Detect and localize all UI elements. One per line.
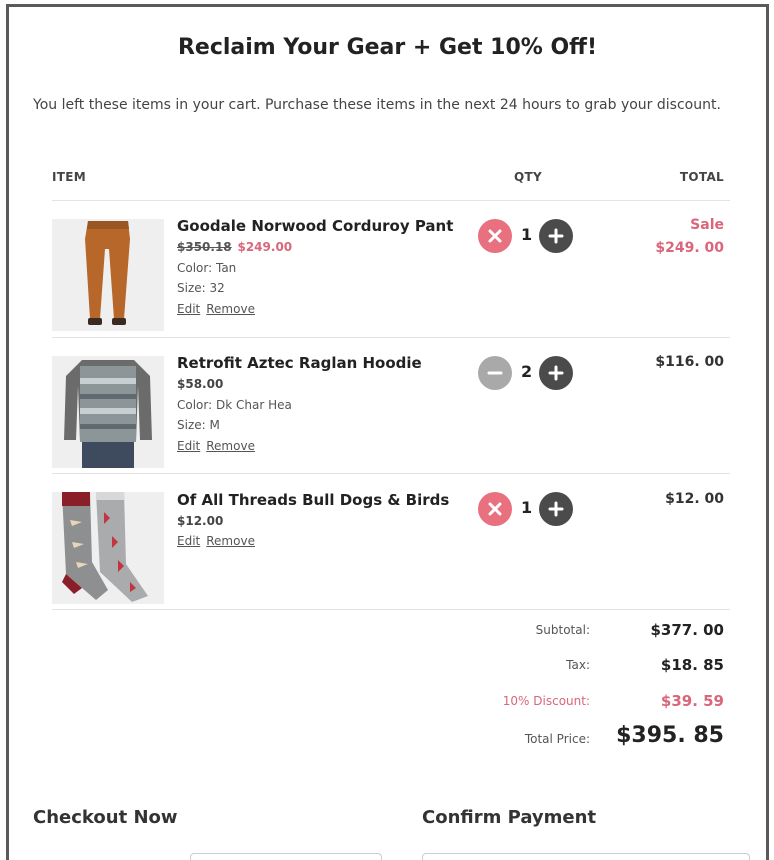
product-size: Size: M [177, 418, 220, 432]
plus-icon [548, 365, 564, 381]
edit-link[interactable]: Edit [177, 534, 200, 548]
tax-label: Tax: [566, 658, 590, 672]
increase-qty-button[interactable] [539, 492, 573, 526]
edit-link[interactable]: Edit [177, 302, 200, 316]
discount-label: 10% Discount: [502, 694, 590, 708]
divider [52, 337, 730, 338]
decrease-qty-button[interactable] [478, 356, 512, 390]
confirm-payment-heading: Confirm Payment [422, 807, 597, 828]
product-color: Color: Tan [177, 261, 237, 275]
remove-link[interactable]: Remove [206, 534, 255, 548]
product-image-pants[interactable] [52, 219, 164, 331]
item-total: $12. 00 [665, 491, 724, 507]
column-header-total: TOTAL [679, 170, 724, 184]
quantity-value: 2 [521, 362, 533, 381]
product-price: $58.00 [177, 377, 223, 391]
unit-price: $58.00 [177, 377, 224, 391]
minus-icon [487, 371, 503, 375]
checkout-now-heading: Checkout Now [33, 807, 178, 828]
item-total: $249. 00 [655, 240, 724, 256]
product-size: Size: 32 [177, 281, 225, 295]
remove-x-icon [488, 229, 502, 243]
increase-qty-button[interactable] [539, 219, 573, 253]
tax-value: $18. 85 [660, 656, 724, 674]
plus-icon [548, 501, 564, 517]
product-image-socks[interactable] [52, 492, 164, 604]
sale-price: $249.00 [237, 240, 293, 254]
product-name[interactable]: Goodale Norwood Corduroy Pant [177, 217, 453, 235]
column-header-item: ITEM [52, 170, 86, 184]
subtotal-value: $377. 00 [650, 621, 724, 639]
sale-badge: Sale [690, 217, 724, 233]
remove-link[interactable]: Remove [206, 439, 255, 453]
product-name[interactable]: Of All Threads Bull Dogs & Birds [177, 491, 449, 509]
hoodie-image-icon [52, 356, 164, 468]
email-intro: You left these items in your cart. Purch… [33, 97, 721, 113]
plus-icon [548, 228, 564, 244]
quantity-value: 1 [521, 498, 533, 517]
socks-image-icon [52, 492, 164, 604]
product-name[interactable]: Retrofit Aztec Raglan Hoodie [177, 354, 422, 372]
product-price: $350.18 $249.00 [177, 240, 292, 254]
remove-link[interactable]: Remove [206, 302, 255, 316]
item-actions: Edit Remove [177, 534, 261, 548]
discount-value: $39. 59 [660, 692, 724, 710]
subtotal-label: Subtotal: [535, 623, 590, 637]
remove-item-button[interactable] [478, 219, 512, 253]
column-header-qty: QTY [514, 170, 542, 184]
divider [52, 609, 730, 610]
product-color: Color: Dk Char Hea [177, 398, 292, 412]
item-total: $116. 00 [655, 354, 724, 370]
total-price-label: Total Price: [524, 732, 590, 746]
item-actions: Edit Remove [177, 439, 261, 453]
total-price-value: $395. 85 [616, 723, 724, 748]
pants-image-icon [52, 219, 164, 331]
remove-x-icon [488, 502, 502, 516]
original-price: $350.18 [177, 240, 232, 254]
remove-item-button[interactable] [478, 492, 512, 526]
product-price: $12.00 [177, 514, 223, 528]
divider [52, 473, 730, 474]
divider [52, 200, 730, 201]
checkout-input-field[interactable] [190, 853, 382, 860]
email-title: Reclaim Your Gear + Get 10% Off! [177, 35, 598, 60]
email-frame: Reclaim Your Gear + Get 10% Off! You lef… [6, 4, 769, 860]
quantity-value: 1 [521, 225, 533, 244]
unit-price: $12.00 [177, 514, 224, 528]
product-image-hoodie[interactable] [52, 356, 164, 468]
edit-link[interactable]: Edit [177, 439, 200, 453]
increase-qty-button[interactable] [539, 356, 573, 390]
payment-input-field[interactable] [422, 853, 750, 860]
item-actions: Edit Remove [177, 302, 261, 316]
